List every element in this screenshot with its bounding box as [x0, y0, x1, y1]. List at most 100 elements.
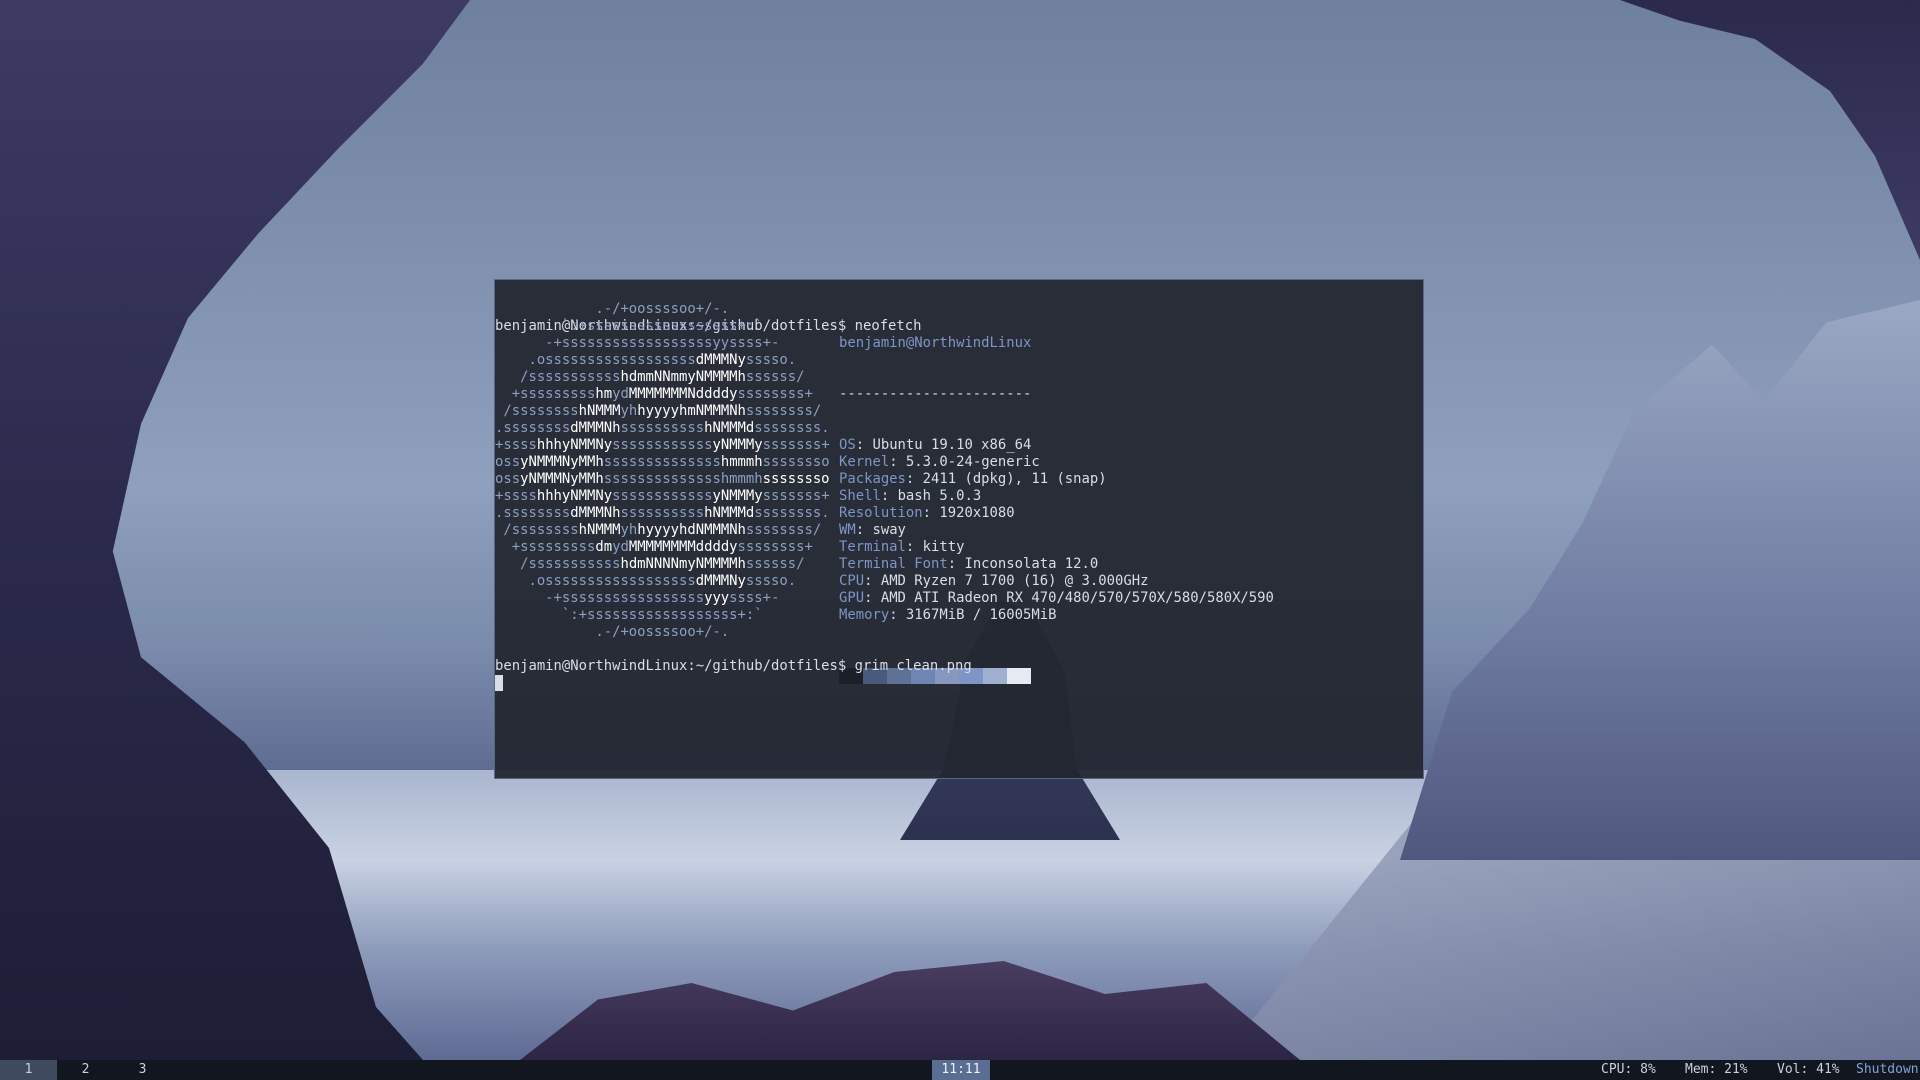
logo-segment: MMMMMMMNddddy	[628, 386, 738, 402]
logo-line: /sssssssshNMMMyhhyyyyhdNMMMNhssssssss/	[495, 522, 835, 539]
logo-segment: -+ssssssssssssssssssyyssss+-	[495, 335, 780, 351]
logo-segment: +sssssssss	[495, 539, 596, 555]
status-bar: 1 2 3 11:11 CPU: 8% Mem: 21% Vol: 41% Sh…	[0, 1060, 1920, 1080]
logo-segment: ssssss/	[745, 369, 805, 385]
neofetch-info-row: Resolution: 1920x1080	[839, 505, 1015, 521]
logo-segment: yNMMMy	[712, 488, 763, 504]
logo-segment: MMMMMMMMddddy	[628, 539, 738, 555]
logo-segment: yd	[612, 539, 629, 555]
clock: 11:11	[932, 1060, 990, 1080]
logo-segment: dMMMNy	[695, 573, 746, 589]
terminal-cursor-line[interactable]	[495, 675, 503, 692]
logo-segment: hhhyNMMNy	[536, 437, 613, 453]
logo-segment: .ssssssss	[495, 505, 571, 521]
logo-segment: ssssss/	[745, 556, 805, 572]
neofetch-info-row: Packages: 2411 (dpkg), 11 (snap)	[839, 471, 1107, 487]
neofetch-info-row: Terminal Font: Inconsolata 12.0	[839, 556, 1099, 572]
neofetch-info: benjamin@NorthwindLinux ----------------…	[839, 301, 1274, 718]
logo-segment: +ssss	[495, 437, 537, 453]
logo-segment: ssssssssssss	[612, 437, 713, 453]
logo-line: `:+ssssssssssssssssss+:`	[495, 318, 835, 335]
logo-segment: sssssssssssssshmmmh	[603, 471, 763, 487]
wallpaper-cave-top-right	[1620, 0, 1920, 260]
info-value: sway	[872, 522, 906, 538]
logo-segment: .ossssssssssssssssss	[495, 573, 696, 589]
terminal-cursor	[495, 675, 503, 691]
logo-segment: hdmmNNmmyNMMMMh	[620, 369, 746, 385]
neofetch-info-row: Terminal: kitty	[839, 539, 965, 555]
terminal-window[interactable]: benjamin@NorthwindLinux:~/github/dotfile…	[494, 279, 1424, 779]
logo-segment: ssssssso	[762, 454, 830, 470]
logo-segment: ssssssssssss	[612, 488, 713, 504]
logo-segment: oss	[495, 454, 521, 470]
info-key: Kernel	[839, 454, 890, 470]
wallpaper-cliffs	[1400, 300, 1920, 860]
logo-segment: ssssssso	[762, 471, 830, 487]
logo-segment: ssssssss+	[737, 539, 813, 555]
logo-line: +ssssssssshmydMMMMMMMNddddyssssssss+	[495, 386, 835, 403]
info-key: CPU	[839, 573, 865, 589]
logo-segment: +ssss	[495, 488, 537, 504]
logo-segment: ssssssss/	[745, 403, 822, 419]
logo-line: +sssshhhyNMMNyssssssssssssyNMMMysssssss+	[495, 488, 835, 505]
neofetch-info-row: Memory: 3167MiB / 16005MiB	[839, 607, 1057, 623]
neofetch-info-row: WM: sway	[839, 522, 906, 538]
memory-status: Mem: 21%	[1685, 1062, 1748, 1077]
logo-line: -+ssssssssssssssssssyyssss+-	[495, 335, 835, 352]
workspace-button-2[interactable]: 2	[57, 1060, 114, 1080]
logo-line: .-/+oossssoo+/-.	[495, 624, 835, 641]
workspace-button-1[interactable]: 1	[0, 1060, 57, 1080]
info-value: 2411 (dpkg), 11 (snap)	[922, 471, 1107, 487]
neofetch-info-row: CPU: AMD Ryzen 7 1700 (16) @ 3.000GHz	[839, 573, 1149, 589]
palette-swatch	[1007, 668, 1031, 684]
logo-line: +sssshhhyNMMNyssssssssssssyNMMMysssssss+	[495, 437, 835, 454]
logo-segment: yh	[620, 522, 638, 538]
logo-segment: yh	[620, 403, 638, 419]
logo-segment: /sssssssssss	[495, 369, 621, 385]
volume-status[interactable]: Vol: 41%	[1777, 1060, 1840, 1080]
logo-segment: ssssssss+	[737, 386, 813, 402]
logo-segment: yNMMMy	[712, 437, 763, 453]
logo-line: -+sssssssssssssssssyyyssss+-	[495, 590, 835, 607]
cpu-status: CPU: 8%	[1601, 1062, 1656, 1077]
logo-segment: yNMMMNyMMh	[520, 471, 604, 487]
info-value: AMD Ryzen 7 1700 (16) @ 3.000GHz	[880, 573, 1149, 589]
info-value: Ubuntu 19.10 x86_64	[872, 437, 1032, 453]
logo-segment: ssssssssssssss	[603, 454, 721, 470]
logo-segment: yyy	[704, 590, 730, 606]
logo-segment: `:+ssssssssssssssssss+:`	[495, 607, 763, 623]
info-value: 5.3.0-24-generic	[905, 454, 1040, 470]
logo-segment: yNMMMNyMMh	[520, 454, 604, 470]
logo-segment: ssssssss.	[754, 420, 830, 436]
logo-segment: ssss+-	[729, 590, 780, 606]
logo-segment: .ssssssss	[495, 420, 571, 436]
info-key: Resolution	[839, 505, 923, 521]
logo-segment: hdmNNNNmyNMMMMh	[620, 556, 746, 572]
info-key: Terminal	[839, 539, 906, 555]
logo-line: /ssssssssssshdmmNNmmyNMMMMhssssss/	[495, 369, 835, 386]
logo-segment: oss	[495, 471, 521, 487]
logo-segment: sssssss+	[762, 488, 830, 504]
shutdown-button[interactable]: Shutdown	[1856, 1060, 1919, 1080]
logo-line: ossyNMMMNyMMhsssssssssssssshmmmhssssssso	[495, 454, 835, 471]
neofetch-ascii-logo: .-/+oossssoo+/-. `:+ssssssssssssssssss+:…	[495, 301, 835, 641]
info-value: bash 5.0.3	[897, 488, 982, 504]
neofetch-separator: -----------------------	[839, 386, 1032, 402]
logo-segment: dMMMNh	[570, 505, 621, 521]
workspace-button-3[interactable]: 3	[114, 1060, 171, 1080]
logo-line: .ossssssssssssssssssdMMMNysssso.	[495, 573, 835, 590]
logo-segment: dMMMNh	[570, 420, 621, 436]
logo-line: .ssssssssdMMMNhsssssssssshNMMMdssssssss.	[495, 420, 835, 437]
logo-line: +sssssssssdmydMMMMMMMMddddyssssssss+	[495, 539, 835, 556]
logo-segment: .-/+oossssoo+/-.	[495, 624, 730, 640]
logo-segment: yd	[612, 386, 629, 402]
logo-line: `:+ssssssssssssssssss+:`	[495, 607, 835, 624]
logo-segment: sssssss+	[762, 437, 830, 453]
logo-line: .ssssssssdMMMNhsssssssssshNMMMdssssssss.	[495, 505, 835, 522]
logo-line: /ssssssssssshdmNNNNmyNMMMMhssssss/	[495, 556, 835, 573]
logo-segment: .-/+oossssoo+/-.	[495, 301, 730, 317]
logo-segment: +sssssssss	[495, 386, 596, 402]
neofetch-info-row: GPU: AMD ATI Radeon RX 470/480/570/570X/…	[839, 590, 1274, 606]
info-value: Inconsolata 12.0	[964, 556, 1099, 572]
neofetch-info-row: OS: Ubuntu 19.10 x86_64	[839, 437, 1032, 453]
